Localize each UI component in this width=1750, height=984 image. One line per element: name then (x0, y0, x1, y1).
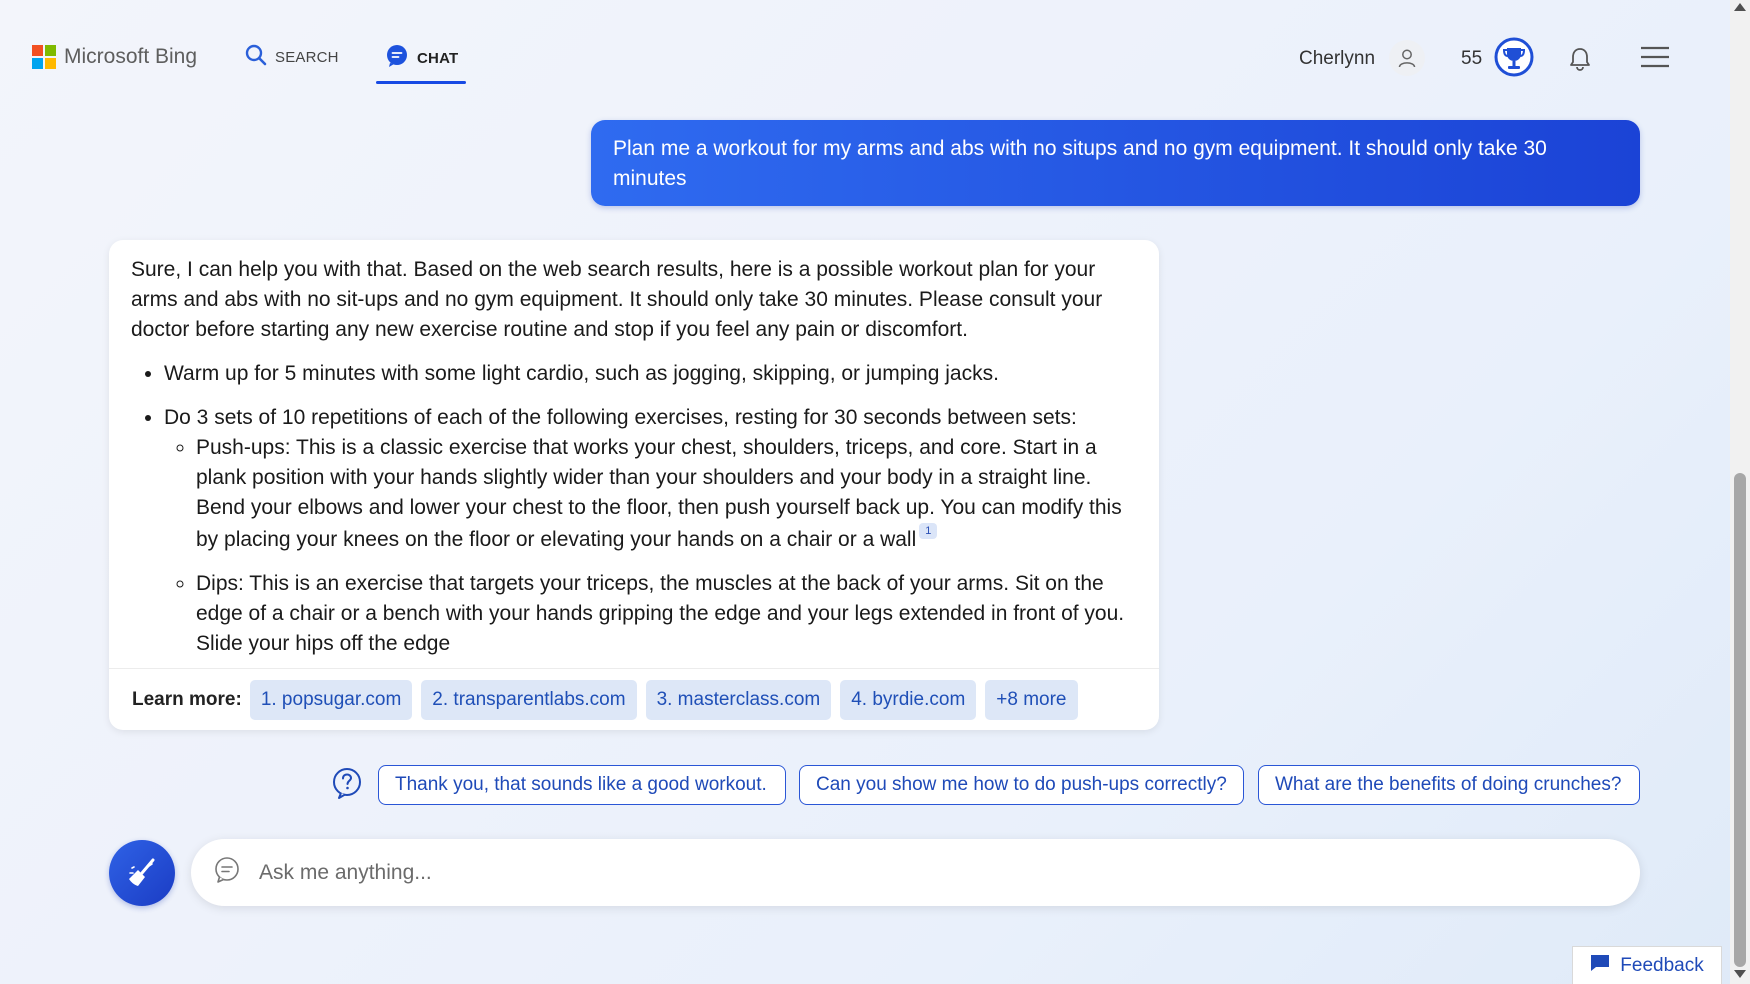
more-sources-button[interactable]: +8 more (985, 679, 1078, 720)
suggestion-chip[interactable]: What are the benefits of doing crunches? (1258, 765, 1640, 805)
list-item-text: Push-ups: This is a classic exercise tha… (196, 436, 1122, 551)
bing-logo[interactable]: Microsoft Bing (32, 45, 197, 69)
citation-badge[interactable]: 1 (919, 523, 938, 539)
feedback-label: Feedback (1620, 954, 1704, 976)
tab-search-label: SEARCH (275, 48, 339, 66)
list-item-text: Do 3 sets of 10 repetitions of each of t… (164, 406, 1077, 429)
notification-bell-icon[interactable] (1568, 46, 1592, 77)
user-message-bubble: Plan me a workout for my arms and abs wi… (591, 120, 1640, 206)
list-item: Push-ups: This is a classic exercise tha… (196, 433, 1137, 555)
list-item-text: Dips: This is an exercise that targets y… (196, 572, 1125, 655)
tab-chat-label: CHAT (417, 49, 459, 67)
list-item: Warm up for 5 minutes with some light ca… (164, 359, 1137, 389)
learn-more-label: Learn more: (132, 688, 242, 710)
ask-input-container[interactable] (191, 839, 1640, 906)
avatar[interactable] (1389, 40, 1425, 76)
top-bar: Microsoft Bing SEARCH CHAT Cherlynn 55 (0, 0, 1730, 100)
logo-text: Microsoft Bing (64, 45, 198, 68)
user-icon (1398, 49, 1416, 68)
page-scrollbar[interactable] (1730, 0, 1750, 984)
hamburger-menu-icon[interactable] (1640, 46, 1670, 73)
active-tab-indicator (376, 81, 466, 84)
tab-search[interactable]: SEARCH (245, 44, 339, 70)
source-link-byrdie[interactable]: 4. byrdie.com (840, 679, 977, 720)
list-item: Do 3 sets of 10 repetitions of each of t… (164, 403, 1137, 659)
scrollbar-thumb[interactable] (1734, 473, 1746, 967)
feedback-flag-icon (1590, 954, 1610, 978)
list-item-text: Warm up for 5 minutes with some light ca… (164, 362, 999, 385)
question-mark-icon[interactable] (331, 767, 363, 804)
source-link-masterclass[interactable]: 3. masterclass.com (645, 679, 832, 720)
new-topic-button[interactable] (109, 840, 175, 906)
ask-input[interactable] (257, 859, 1561, 886)
rewards-points[interactable]: 55 (1461, 48, 1482, 70)
rewards-trophy-icon[interactable] (1494, 37, 1534, 77)
bot-response-card: Sure, I can help you with that. Based on… (109, 240, 1159, 730)
chat-icon (385, 44, 409, 72)
chat-bubble-icon (213, 856, 241, 889)
bot-intro-text: Sure, I can help you with that. Based on… (131, 258, 1103, 341)
scroll-down-arrow-icon[interactable] (1734, 970, 1746, 978)
list-item: Dips: This is an exercise that targets y… (196, 569, 1137, 659)
tab-chat[interactable]: CHAT (385, 44, 458, 72)
suggestion-chip[interactable]: Thank you, that sounds like a good worko… (378, 765, 786, 805)
source-link-popsugar[interactable]: 1. popsugar.com (249, 679, 413, 720)
suggestion-chip[interactable]: Can you show me how to do push-ups corre… (799, 765, 1244, 805)
learn-more-bar: Learn more: 1. popsugar.com 2. transpare… (109, 668, 1159, 730)
scroll-up-arrow-icon[interactable] (1734, 3, 1746, 11)
broom-icon (129, 858, 155, 886)
microsoft-logo-icon (32, 45, 56, 69)
search-icon (245, 44, 267, 70)
user-name[interactable]: Cherlynn (1299, 48, 1375, 70)
feedback-button[interactable]: Feedback (1572, 946, 1722, 984)
source-link-transparentlabs[interactable]: 2. transparentlabs.com (421, 679, 637, 720)
workout-list: Warm up for 5 minutes with some light ca… (131, 359, 1137, 659)
exercise-list: Push-ups: This is a classic exercise tha… (164, 433, 1137, 659)
